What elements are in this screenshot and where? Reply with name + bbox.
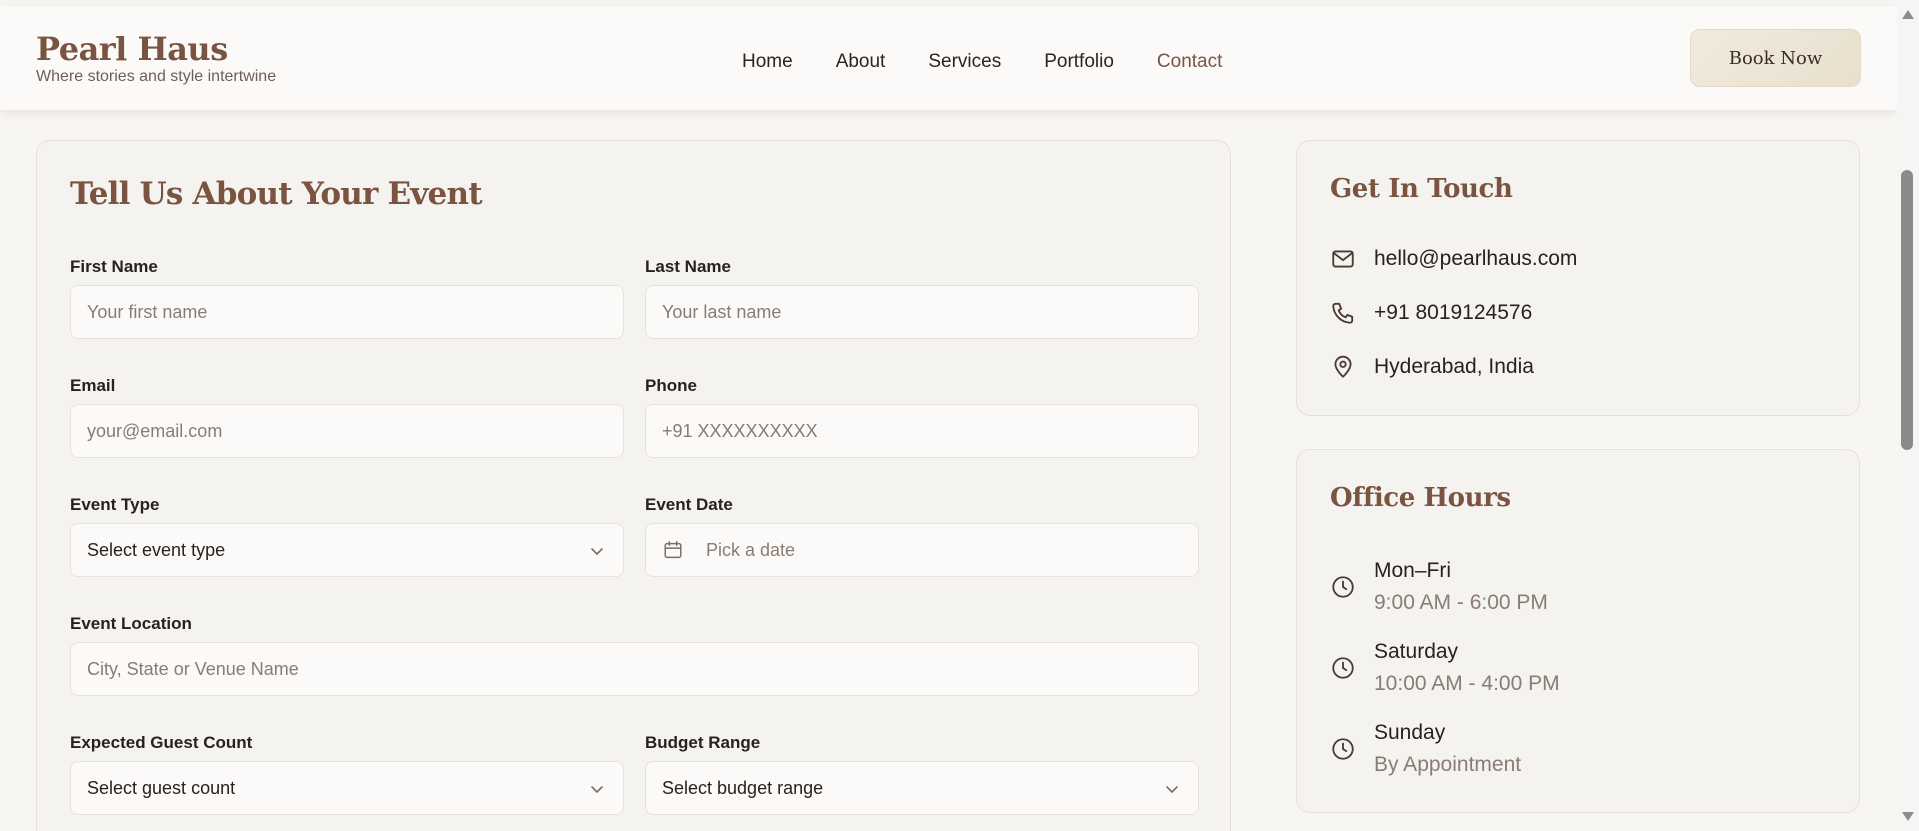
phone-field: Phone +91 XXXXXXXXXX	[645, 376, 1199, 458]
event-location-input[interactable]: City, State or Venue Name	[70, 642, 1199, 696]
event-location-field: Event Location City, State or Venue Name	[70, 614, 1199, 696]
nav-portfolio[interactable]: Portfolio	[1044, 51, 1114, 73]
event-type-select[interactable]: Select event type	[70, 523, 624, 577]
scroll-up-arrow-icon[interactable]	[1902, 10, 1914, 19]
calendar-icon	[664, 541, 682, 559]
nav-home[interactable]: Home	[742, 51, 793, 73]
mail-icon	[1332, 250, 1354, 268]
form-title: Tell Us About Your Event	[70, 176, 483, 212]
chevron-down-icon	[591, 786, 603, 793]
site-header: Pearl Haus Where stories and style inter…	[0, 6, 1897, 110]
phone-label: Phone	[645, 376, 697, 395]
budget-label: Budget Range	[645, 733, 761, 752]
event-date-placeholder: Pick a date	[706, 539, 796, 560]
phone-input[interactable]: +91 XXXXXXXXXX	[645, 404, 1199, 458]
first-name-field: First Name Your first name	[70, 257, 624, 339]
event-location-label: Event Location	[70, 614, 192, 633]
nav-about[interactable]: About	[836, 51, 886, 73]
hours-day: Sunday	[1374, 721, 1446, 744]
scroll-down-arrow-icon[interactable]	[1902, 812, 1914, 821]
contact-email-row[interactable]: hello@pearlhaus.com	[1330, 246, 1577, 272]
contact-location: Hyderabad, India	[1374, 355, 1534, 378]
clock-icon	[1332, 575, 1354, 598]
hours-time: 10:00 AM - 4:00 PM	[1374, 671, 1560, 695]
chevron-down-icon	[1166, 786, 1178, 793]
first-name-placeholder: Your first name	[87, 301, 208, 322]
first-name-label: First Name	[70, 257, 158, 276]
last-name-placeholder: Your last name	[662, 301, 782, 322]
event-location-placeholder: City, State or Venue Name	[87, 658, 299, 679]
contact-location-row: Hyderabad, India	[1330, 354, 1534, 380]
guest-count-value: Select guest count	[87, 777, 236, 798]
hours-row: Saturday 10:00 AM - 4:00 PM	[1330, 636, 1560, 699]
hours-row: Mon–Fri 9:00 AM - 6:00 PM	[1330, 555, 1548, 618]
brand-tagline: Where stories and style intertwine	[36, 68, 277, 86]
budget-value: Select budget range	[662, 777, 824, 798]
event-type-label: Event Type	[70, 495, 160, 514]
contact-phone-row[interactable]: +91 8019124576	[1330, 300, 1532, 326]
office-hours-card: Office Hours Mon–Fri 9:00 AM - 6:00 PM S…	[1296, 449, 1860, 813]
event-type-value: Select event type	[87, 539, 226, 560]
nav-contact[interactable]: Contact	[1157, 51, 1222, 73]
hours-time: 9:00 AM - 6:00 PM	[1374, 590, 1548, 614]
guest-count-select[interactable]: Select guest count	[70, 761, 624, 815]
map-pin-icon	[1334, 355, 1352, 378]
phone-icon	[1332, 302, 1354, 324]
chevron-down-icon	[591, 548, 603, 555]
hours-day: Saturday	[1374, 640, 1459, 663]
scrollbar-thumb[interactable]	[1901, 170, 1913, 450]
hours-row: Sunday By Appointment	[1330, 717, 1521, 780]
phone-placeholder: +91 XXXXXXXXXX	[662, 420, 818, 441]
email-placeholder: your@email.com	[87, 420, 223, 441]
last-name-field: Last Name Your last name	[645, 257, 1199, 339]
nav-services[interactable]: Services	[928, 51, 1001, 73]
event-form-card: Tell Us About Your Event First Name Your…	[36, 140, 1231, 831]
page: Pearl Haus Where stories and style inter…	[0, 0, 1897, 831]
main-nav: Home About Services Portfolio Contact	[742, 51, 1265, 73]
budget-select[interactable]: Select budget range	[645, 761, 1199, 815]
contact-email: hello@pearlhaus.com	[1374, 247, 1578, 270]
book-now-button[interactable]: Book Now	[1690, 29, 1861, 87]
last-name-label: Last Name	[645, 257, 731, 276]
clock-icon	[1332, 656, 1354, 679]
guest-count-field: Expected Guest Count Select guest count	[70, 733, 624, 815]
brand-name: Pearl Haus	[36, 30, 228, 68]
contact-title: Get In Touch	[1330, 174, 1513, 204]
guest-count-label: Expected Guest Count	[70, 733, 253, 752]
event-date-field: Event Date Pick a date	[645, 495, 1199, 577]
hours-day: Mon–Fri	[1374, 559, 1452, 582]
event-date-label: Event Date	[645, 495, 733, 514]
email-field: Email your@email.com	[70, 376, 624, 458]
hours-time: By Appointment	[1374, 752, 1522, 776]
last-name-input[interactable]: Your last name	[645, 285, 1199, 339]
contact-phone: +91 8019124576	[1374, 301, 1533, 324]
event-type-field: Event Type Select event type	[70, 495, 624, 577]
clock-icon	[1332, 737, 1354, 760]
page-scrollbar[interactable]	[1897, 0, 1919, 831]
email-input[interactable]: your@email.com	[70, 404, 624, 458]
budget-field: Budget Range Select budget range	[645, 733, 1199, 815]
email-label: Email	[70, 376, 116, 395]
brand[interactable]: Pearl Haus Where stories and style inter…	[36, 30, 277, 86]
event-date-picker[interactable]: Pick a date	[645, 523, 1199, 577]
office-hours-title: Office Hours	[1330, 483, 1511, 513]
contact-card: Get In Touch hello@pearlhaus.com +91 801…	[1296, 140, 1860, 416]
first-name-input[interactable]: Your first name	[70, 285, 624, 339]
